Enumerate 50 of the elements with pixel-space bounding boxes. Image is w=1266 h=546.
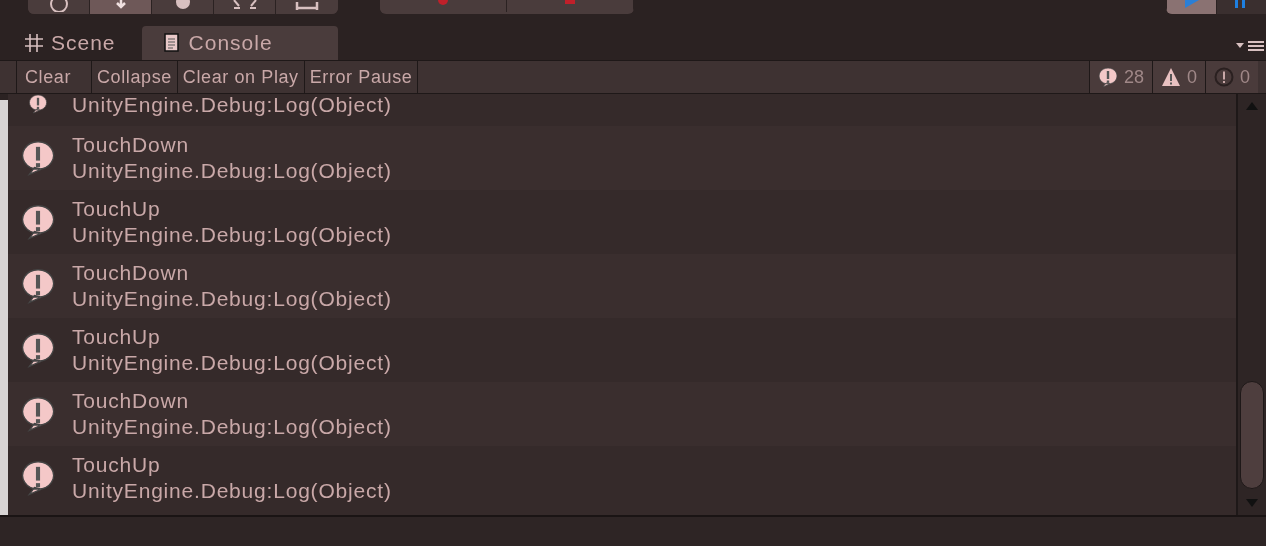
log-entry[interactable]: TouchDown UnityEngine.Debug:Log(Object) (8, 382, 1236, 446)
marker-icon (435, 0, 451, 6)
document-icon (161, 33, 181, 53)
scroll-thumb[interactable] (1240, 381, 1264, 489)
speech-bubble-icon (20, 140, 56, 176)
stack-trace: UnityEngine.Debug:Log(Object) (72, 286, 392, 312)
tab[interactable]: Scene (20, 26, 138, 60)
stack-trace: UnityEngine.Debug:Log(Object) (72, 222, 392, 248)
filter-toggle[interactable]: 28 (1088, 61, 1152, 93)
tool-button[interactable] (90, 0, 152, 14)
marker-icon (562, 0, 578, 6)
log-message: TouchUp (72, 324, 162, 350)
speech-bubble-icon (20, 460, 56, 496)
scroll-up-icon (1246, 102, 1258, 110)
scale-icon (230, 0, 259, 12)
log-message: TouchDown (72, 260, 190, 286)
rect-tool-icon (293, 0, 321, 12)
toolbar-button[interactable]: Error Pause (304, 61, 419, 93)
pause-button[interactable] (1216, 0, 1266, 14)
play-icon (1184, 0, 1199, 8)
tab[interactable]: Console (141, 26, 338, 60)
play-button[interactable] (1166, 0, 1216, 14)
log-message: TouchUp (72, 452, 162, 478)
stack-trace: UnityEngine.Debug:Log(Object) (72, 94, 392, 118)
speech-bubble-icon (20, 268, 56, 304)
speech-bubble-icon (20, 332, 56, 368)
speech-bubble-icon (1097, 66, 1118, 88)
filter-toggle[interactable]: 0 (1205, 61, 1258, 93)
stack-trace: UnityEngine.Debug:Log(Object) (72, 478, 392, 504)
scrollbar[interactable] (1236, 94, 1266, 515)
log-message: TouchDown (72, 132, 190, 158)
toolbar-button[interactable]: Collapse (92, 61, 178, 93)
stack-trace: UnityEngine.Debug:Log(Object) (72, 158, 392, 184)
exclamation-circle-icon (1214, 66, 1234, 88)
menu-icon (1236, 40, 1264, 52)
log-entry[interactable]: TouchDown UnityEngine.Debug:Log(Object) (8, 254, 1236, 318)
log-message: TouchUp (72, 196, 162, 222)
stack-trace: UnityEngine.Debug:Log(Object) (72, 350, 392, 376)
tool-button[interactable] (28, 0, 90, 14)
toolbar-button[interactable]: Clear (17, 61, 92, 93)
filter-toggle[interactable]: 0 (1151, 61, 1205, 93)
toolbar-button[interactable]: Clear on Play (177, 61, 305, 93)
speech-bubble-icon (20, 204, 56, 240)
warning-icon (1160, 66, 1181, 88)
log-message: TouchDown (72, 388, 190, 414)
stack-trace: UnityEngine.Debug:Log(Object) (72, 414, 392, 440)
log-entry[interactable]: TouchDown UnityEngine.Debug:Log(Object) (8, 126, 1236, 190)
grid-icon (24, 33, 43, 53)
scroll-down-icon (1246, 499, 1258, 507)
speech-bubble-icon (20, 396, 56, 432)
